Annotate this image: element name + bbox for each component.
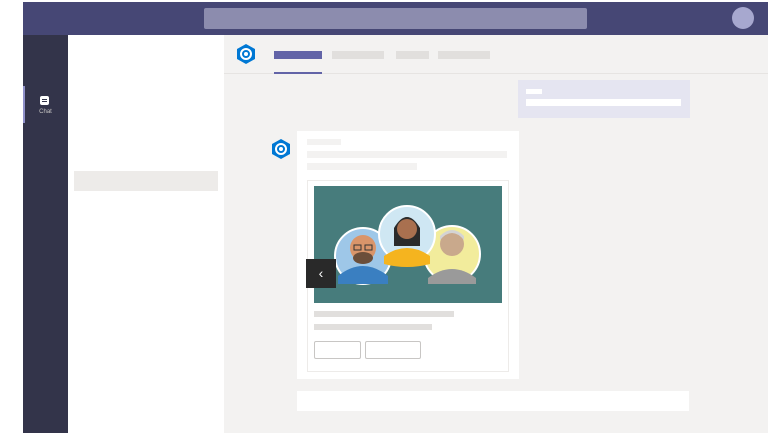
card-text-placeholder [314,324,432,330]
tab-4[interactable] [438,51,490,59]
tab-active[interactable] [274,51,322,59]
bot-hexagon-icon [235,43,257,65]
sender-placeholder [307,139,341,145]
teams-window: Chat ‹ [23,2,768,433]
people-avatars-illustration [314,186,502,303]
text-placeholder [307,163,417,170]
card-action-button[interactable] [365,341,421,359]
incoming-message-card [297,131,519,379]
rail-item-chat[interactable]: Chat [23,86,68,123]
adaptive-card [307,180,509,372]
outgoing-message [518,80,690,118]
app-rail: Chat [23,35,68,433]
tab-3[interactable] [396,51,429,59]
carousel-prev-button[interactable]: ‹ [306,259,336,288]
chevron-left-icon: ‹ [318,265,324,281]
chat-list-item[interactable] [74,171,218,191]
search-box[interactable] [204,8,587,29]
tab-2[interactable] [332,51,384,59]
text-placeholder [307,151,507,158]
chat-icon [40,96,49,105]
bot-avatar-icon [270,138,292,160]
conversation-header [224,35,768,74]
message-sender-placeholder [526,89,542,94]
card-text-placeholder [314,311,454,317]
active-indicator [23,86,25,123]
user-avatar[interactable] [732,7,754,29]
compose-box[interactable] [297,391,689,411]
rail-item-label: Chat [39,109,52,115]
tab-active-underline [274,72,322,74]
card-action-button[interactable] [314,341,361,359]
title-bar [23,2,768,35]
chat-list-pane [68,35,224,433]
message-text-placeholder [526,99,681,106]
